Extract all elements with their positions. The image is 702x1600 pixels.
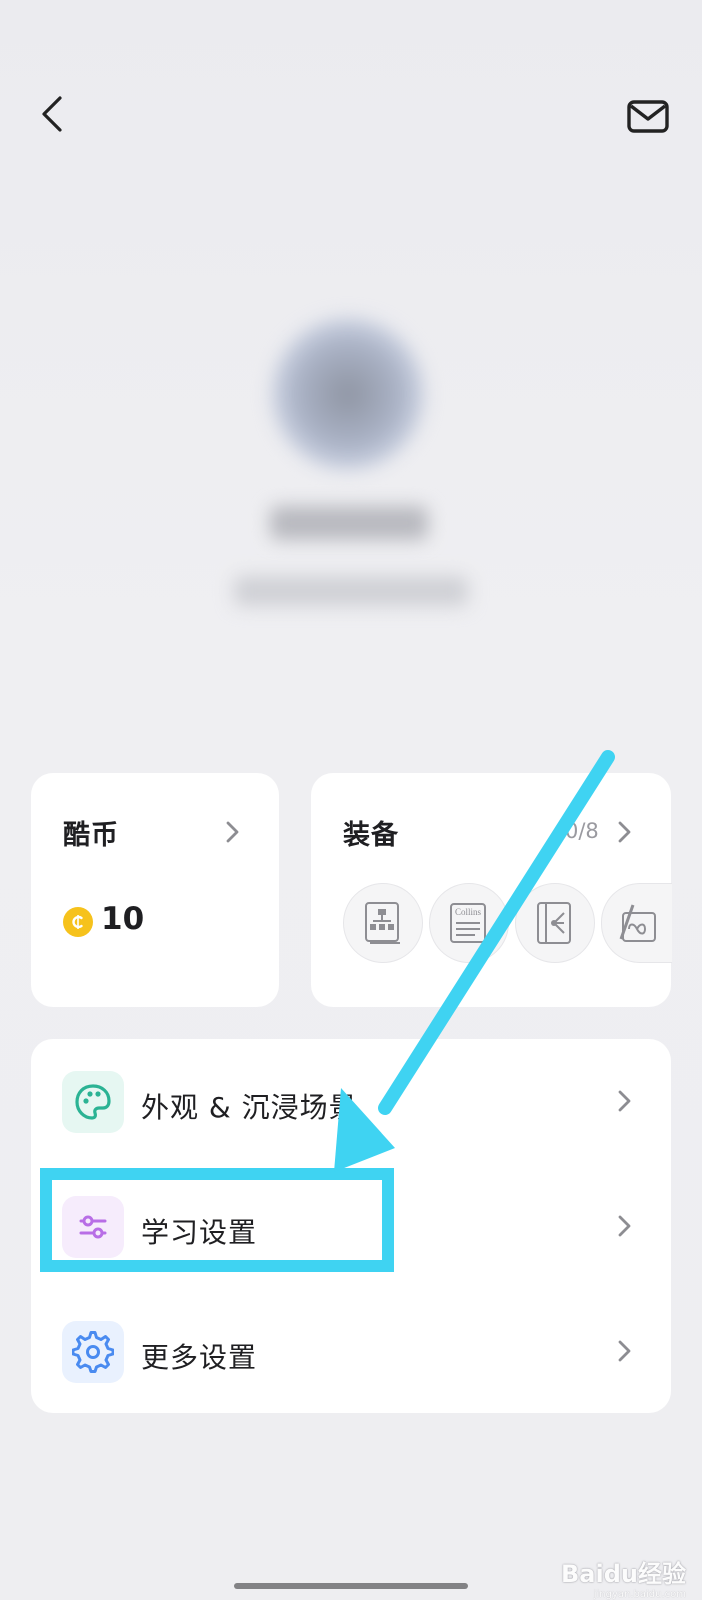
watermark-text: Baidu经验 <box>561 1560 686 1588</box>
watermark: Baidu经验 jingyan.baidu.com <box>536 1554 686 1600</box>
home-indicator[interactable] <box>234 1583 468 1589</box>
watermark-subtext: jingyan.baidu.com <box>593 1589 686 1600</box>
annotation-arrow <box>334 750 615 1172</box>
